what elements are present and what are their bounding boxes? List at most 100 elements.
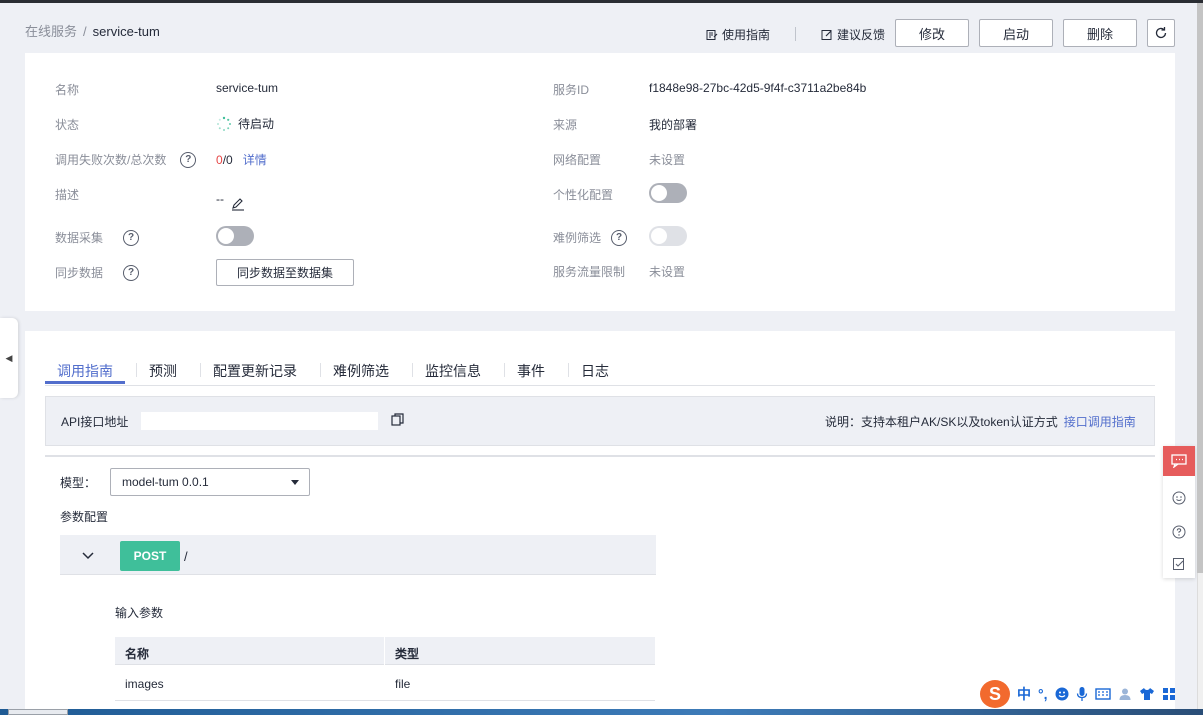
params-table-header: 名称 类型 (115, 637, 655, 665)
table-row: images file (115, 666, 655, 701)
guide-label: 使用指南 (722, 28, 771, 42)
param-name-cell: images (125, 677, 164, 691)
collect-label: 数据采集 (55, 231, 104, 245)
feedback-icon (821, 29, 832, 40)
help-button[interactable] (1163, 517, 1195, 547)
calls-label-group: 调用失败次数/总次数 ? (55, 151, 197, 168)
tab-divider (412, 363, 413, 377)
keyboard-icon[interactable] (1094, 688, 1111, 700)
api-note: 说明：支持本租户AK/SK以及token认证方式 接口调用指南 (825, 413, 1136, 430)
tab-logs[interactable]: 日志 (581, 361, 609, 381)
tab-events[interactable]: 事件 (517, 361, 545, 381)
api-address-field[interactable] (141, 412, 378, 430)
api-note-text: 说明：支持本租户AK/SK以及token认证方式 (825, 415, 1058, 429)
traffic-limit-label: 服务流量限制 (553, 265, 626, 279)
tab-divider (136, 363, 137, 377)
service-id-label: 服务ID (553, 83, 590, 97)
collect-toggle[interactable] (216, 226, 254, 246)
guide-link[interactable]: 使用指南 (706, 26, 770, 43)
user-icon[interactable] (1118, 687, 1132, 701)
traffic-limit-value: 未设置 (649, 265, 686, 279)
tab-monitoring[interactable]: 监控信息 (425, 361, 481, 381)
grid-menu-icon[interactable] (1162, 687, 1176, 701)
sidebar-collapse-handle[interactable]: ◀ (0, 318, 18, 398)
sync-label-group: 同步数据 ? (55, 264, 140, 281)
calls-fail-count: 0 (216, 152, 223, 167)
collect-label-group: 数据采集 ? (55, 229, 140, 246)
column-divider (384, 637, 385, 665)
tab-config-history[interactable]: 配置更新记录 (213, 361, 297, 381)
copy-icon[interactable] (391, 413, 404, 426)
tab-divider (504, 363, 505, 377)
chevron-down-icon[interactable] (81, 551, 95, 561)
custom-config-toggle[interactable] (649, 183, 687, 203)
sync-dataset-button[interactable]: 同步数据至数据集 (216, 259, 354, 286)
api-guide-link[interactable]: 接口调用指南 (1064, 413, 1136, 430)
sync-help-icon[interactable]: ? (123, 264, 140, 281)
desc-text: -- (216, 192, 224, 206)
active-tab-indicator (45, 381, 125, 384)
breadcrumb-parent[interactable]: 在线服务 (25, 24, 77, 39)
guide-icon (706, 29, 718, 40)
param-type-cell: file (395, 677, 411, 691)
input-params-title: 输入参数 (115, 606, 164, 620)
model-label: 模型： (60, 476, 97, 490)
name-value: service-tum (216, 81, 279, 95)
chevron-left-icon: ◀ (5, 352, 13, 363)
survey-button[interactable] (1163, 549, 1195, 579)
section-divider (45, 455, 1155, 457)
calls-total-count: /0 (222, 152, 233, 167)
post-method-badge: POST (120, 541, 180, 571)
header-divider (795, 27, 796, 41)
feedback-link[interactable]: 建议反馈 (821, 26, 885, 43)
edit-button[interactable]: 修改 (895, 19, 969, 47)
tab-divider (568, 363, 569, 377)
desc-value: -- (216, 186, 246, 212)
chat-button[interactable] (1163, 446, 1195, 476)
ime-mode-toggle[interactable]: 中 (1017, 684, 1031, 704)
tab-divider (200, 363, 201, 377)
refresh-button[interactable] (1147, 19, 1175, 47)
chat-icon (1171, 454, 1187, 468)
tab-invocation-guide[interactable]: 调用指南 (57, 361, 113, 381)
emoji-icon[interactable] (1055, 687, 1069, 701)
hard-example-label-group: 难例筛选 ? (553, 229, 628, 246)
breadcrumb-separator: / (83, 24, 87, 39)
delete-button[interactable]: 删除 (1063, 19, 1137, 47)
sogou-logo-icon[interactable]: S (980, 680, 1010, 708)
edit-icon[interactable] (230, 196, 246, 212)
model-select[interactable]: model-tum 0.0.1 (110, 468, 310, 496)
ime-toolbar: S 中 °, (978, 679, 1203, 709)
taskbar-button[interactable] (8, 709, 68, 715)
calls-help-icon[interactable]: ? (180, 151, 197, 168)
source-label: 来源 (553, 118, 578, 132)
collect-help-icon[interactable]: ? (123, 229, 140, 246)
help-icon (1172, 525, 1186, 539)
dropdown-caret-icon (291, 480, 299, 485)
desc-label: 描述 (55, 188, 80, 202)
feedback-label: 建议反馈 (837, 28, 886, 42)
satisfaction-button[interactable] (1163, 483, 1195, 513)
window-top-border (0, 0, 1203, 3)
column-header-type: 类型 (395, 647, 420, 661)
skin-icon[interactable] (1139, 687, 1155, 701)
tab-hard-example[interactable]: 难例筛选 (333, 361, 389, 381)
scrollbar-thumb[interactable] (1197, 3, 1203, 573)
hard-example-help-icon[interactable]: ? (611, 229, 628, 246)
tab-divider (320, 363, 321, 377)
sync-label: 同步数据 (55, 266, 104, 280)
breadcrumb-current: service-tum (92, 24, 160, 39)
calls-detail-link[interactable]: 详情 (243, 151, 267, 168)
status-text: 待启动 (238, 117, 275, 131)
os-taskbar (0, 709, 1203, 715)
start-button[interactable]: 启动 (979, 19, 1053, 47)
ime-punct-toggle[interactable]: °, (1038, 686, 1048, 702)
status-label: 状态 (55, 118, 80, 132)
tab-predict[interactable]: 预测 (149, 361, 177, 381)
smile-icon (1172, 491, 1186, 505)
name-label: 名称 (55, 83, 80, 97)
edit-note-icon (1173, 558, 1184, 570)
tab-bar: 调用指南 预测 配置更新记录 难例筛选 监控信息 事件 日志 (45, 357, 1155, 386)
microphone-icon[interactable] (1076, 686, 1088, 702)
calls-label: 调用失败次数/总次数 (55, 153, 167, 167)
